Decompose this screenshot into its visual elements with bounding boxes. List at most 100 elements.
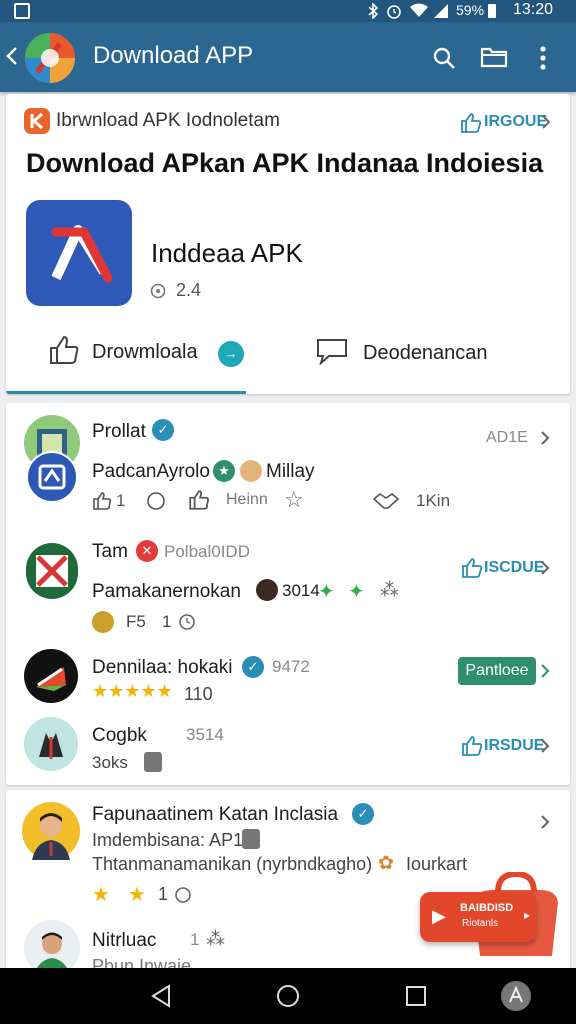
file-icon: [242, 829, 260, 849]
back-icon[interactable]: [150, 984, 172, 1008]
folder-icon[interactable]: [480, 46, 508, 68]
comment-icon[interactable]: [146, 491, 166, 511]
star-outline-icon[interactable]: ☆: [284, 487, 304, 513]
handshake-icon[interactable]: [372, 491, 400, 511]
item-number: 3514: [186, 725, 224, 744]
sparkle-icon: ✿: [378, 853, 394, 874]
item-title: Dennilaa: hokaki: [92, 657, 233, 678]
item-subtitle-extra: Millay: [266, 461, 315, 482]
recents-icon[interactable]: [405, 985, 427, 1007]
battery-icon: [488, 4, 496, 18]
app-list-card: Prollat ✓ AD1E PadcanAyrolo ★ Millay 1 H…: [6, 403, 570, 785]
verified-icon: ✓: [352, 803, 374, 825]
item-title: Fapunaatinem Katan Inclasia: [92, 804, 339, 825]
notification-icon: [14, 3, 30, 19]
clock: 13:20: [513, 1, 554, 18]
app-logo[interactable]: [24, 32, 76, 84]
chevron-right-icon[interactable]: [540, 430, 550, 446]
user-avatar: [256, 579, 278, 601]
page-heading: Download APkan APK Indanaa Indoiesia: [26, 148, 544, 178]
item-subtitle: PadcanAyrolo: [92, 461, 210, 482]
app-list-card: Fapunaatinem Katan Inclasia ✓ Imdembisan…: [6, 790, 570, 968]
avatar-icon: [24, 649, 78, 703]
verified-icon: ✓: [152, 419, 174, 441]
star-icon: ✦: [318, 581, 335, 603]
battery-percent: 59%: [456, 2, 485, 18]
item-line: Imdembisana: AP1: [92, 830, 244, 850]
chevron-right-icon[interactable]: [540, 738, 550, 754]
item-subtitle: Pamakanernokan: [92, 581, 241, 602]
thumbs-up-icon[interactable]: [461, 557, 483, 579]
primary-action-button[interactable]: Pantloee: [458, 657, 536, 685]
like-count: 1: [116, 491, 126, 510]
assistant-icon[interactable]: [500, 980, 532, 1012]
wifi-icon: [410, 3, 428, 17]
item-size: 3oks: [92, 753, 128, 772]
source-label: Ibrwnload APK Iodnoletam: [56, 110, 280, 131]
chevron-right-icon[interactable]: [541, 114, 551, 130]
avatar-icon: [24, 717, 78, 771]
comment-label[interactable]: Deodenancan: [363, 342, 488, 365]
floating-action-button[interactable]: ▶ BAIBDISD Riotanls ▸: [420, 892, 536, 942]
avatar-icon: [26, 543, 78, 599]
comment-icon[interactable]: [315, 337, 349, 365]
issue-link[interactable]: ISCDUE: [484, 559, 544, 577]
alarm-icon: [387, 5, 401, 19]
chevron-right-icon[interactable]: [540, 663, 550, 679]
thumbs-up-icon[interactable]: [461, 735, 483, 757]
like-icon[interactable]: [92, 491, 112, 511]
like-icon[interactable]: [48, 334, 80, 366]
item-title: Tam: [92, 541, 128, 562]
star-icon: ✦: [348, 581, 365, 603]
chevron-right-icon[interactable]: [540, 560, 550, 576]
rating-stars: ★★★★★: [92, 681, 173, 701]
clock-icon: [175, 887, 191, 903]
reaction-text: Heinn: [226, 491, 268, 508]
source-logo-icon: [24, 108, 50, 134]
overflow-menu-icon[interactable]: [538, 45, 548, 71]
chevron-right-icon[interactable]: [540, 814, 550, 830]
rating-icon: [150, 283, 166, 299]
app-title: Download APP: [93, 42, 254, 69]
bluetooth-icon: [368, 3, 379, 19]
item-line: Pbun Inwaie: [92, 956, 192, 968]
status-bar: 59% 13:20: [0, 0, 576, 22]
item-line-extra: Iourkart: [406, 854, 468, 874]
user-avatar: [92, 611, 114, 633]
signal-icon: [434, 4, 448, 18]
item-count: 1: [158, 884, 169, 904]
item-stat: 1Kin: [416, 491, 451, 510]
avatar-icon: [24, 920, 80, 968]
issue-link[interactable]: IRSDUE: [484, 737, 544, 755]
star-icon: ★: [92, 884, 110, 906]
fab-arrow-icon: ▸: [524, 908, 531, 922]
avatar-icon: [22, 802, 80, 860]
app-bar: Download APP: [0, 22, 576, 92]
item-title: Cogbk: [92, 725, 147, 746]
thumbs-up-icon[interactable]: [460, 112, 482, 134]
like-icon[interactable]: [188, 489, 210, 511]
file-icon: [144, 752, 162, 772]
item-rating: 110: [184, 684, 213, 704]
item-subtitle-number: 3014: [282, 581, 320, 600]
fab-label-line1: BAIBDISD: [460, 902, 514, 914]
home-icon[interactable]: [276, 984, 300, 1008]
item-title: Prollat: [92, 421, 146, 442]
item-number: 1: [190, 930, 200, 949]
verified-icon: ✓: [242, 656, 264, 678]
tab-indicator: [6, 391, 246, 394]
avatar-icon: [26, 451, 78, 503]
download-label[interactable]: Drowmloala: [92, 341, 198, 364]
verified-icon: ★: [213, 460, 235, 482]
system-nav-bar: [0, 968, 576, 1024]
app-icon[interactable]: [26, 200, 132, 306]
item-title: Nitrluac: [92, 930, 157, 951]
item-meta: AD1E: [486, 429, 528, 446]
back-arrow-icon[interactable]: [6, 46, 18, 66]
button-label: Pantloee: [465, 662, 529, 679]
search-icon[interactable]: [432, 46, 456, 70]
star-icon: ★: [128, 884, 146, 906]
share-icon[interactable]: ⁂: [206, 928, 225, 951]
share-icon[interactable]: ⁂: [380, 579, 399, 602]
issue-link[interactable]: IRGOUE: [484, 113, 547, 131]
